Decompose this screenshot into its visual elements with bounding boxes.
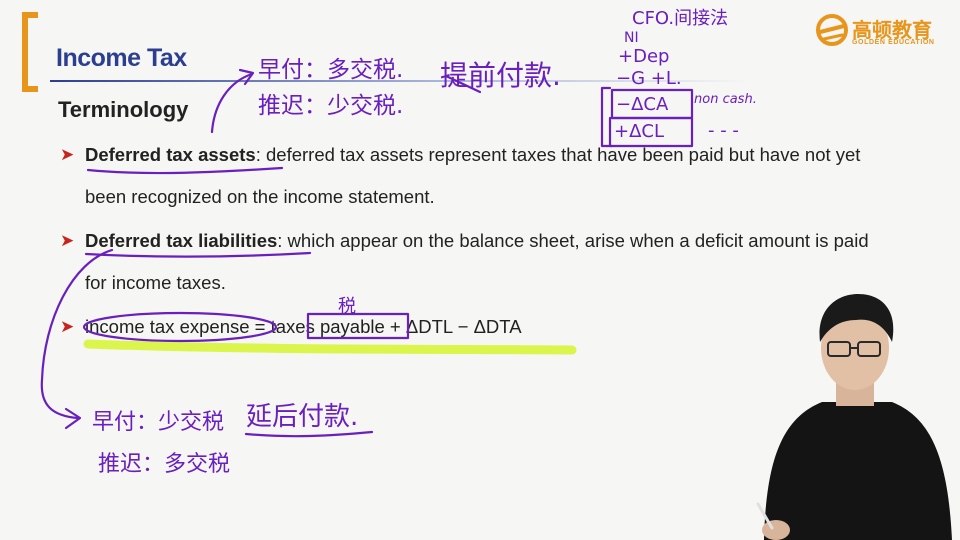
title-bracket-decoration: [22, 12, 38, 92]
section-heading: Terminology: [58, 97, 189, 122]
ink-note-top-middle: 提前付款.: [440, 59, 561, 92]
logo-english-text: GOLDEN EDUCATION: [852, 39, 935, 46]
bullet-deferred-tax-assets: ➤ Deferred tax assets: deferred tax asse…: [60, 134, 880, 218]
ink-note-top-line2: 推迟：少交税.: [258, 93, 404, 119]
bullet-term: Deferred tax assets: [85, 144, 256, 165]
presenter-hand: [762, 520, 790, 540]
bullet-arrow-icon: ➤: [60, 231, 75, 250]
bullet-term: Deferred tax liabilities: [85, 230, 278, 251]
bullet-text: Deferred tax assets: deferred tax assets…: [85, 134, 880, 218]
ink-arrow-up: [210, 72, 254, 134]
ink-cfo-cl: +ΔCL: [614, 121, 664, 142]
slide: Income Tax Terminology ➤ Deferred tax as…: [0, 0, 960, 540]
presenter-body: [764, 402, 952, 540]
bullet-arrow-icon: ➤: [60, 317, 75, 336]
ink-cfo-title: CFO.间接法: [632, 8, 729, 29]
ink-note-bottom-line1: 早付：少交税: [92, 410, 225, 435]
logo-mark-icon: [816, 14, 848, 46]
ink-curve-arrow-head: [64, 407, 82, 430]
ink-cfo-dep: +Dep: [618, 46, 670, 67]
ink-note-bottom-line2: 推迟：多交税: [98, 452, 231, 477]
ink-note-top-line1: 早付：多交税.: [258, 57, 404, 83]
golden-education-logo: 高顿教育 GOLDEN EDUCATION: [814, 8, 946, 56]
ink-cfo-ca: −ΔCA: [616, 94, 669, 115]
bullet-arrow-icon: ➤: [60, 145, 75, 164]
ink-cfo-dash: - - -: [708, 120, 739, 141]
ink-cfo-g: −G +L.: [616, 68, 682, 89]
ink-tax-label: 税: [338, 296, 356, 317]
presenter-video: [756, 294, 952, 540]
ink-cfo-noncash: non cash.: [694, 92, 757, 107]
ink-cfo-ni: NI: [624, 30, 639, 46]
slide-title: Income Tax: [56, 44, 187, 72]
ink-note-bottom-right: 延后付款.: [246, 402, 359, 432]
